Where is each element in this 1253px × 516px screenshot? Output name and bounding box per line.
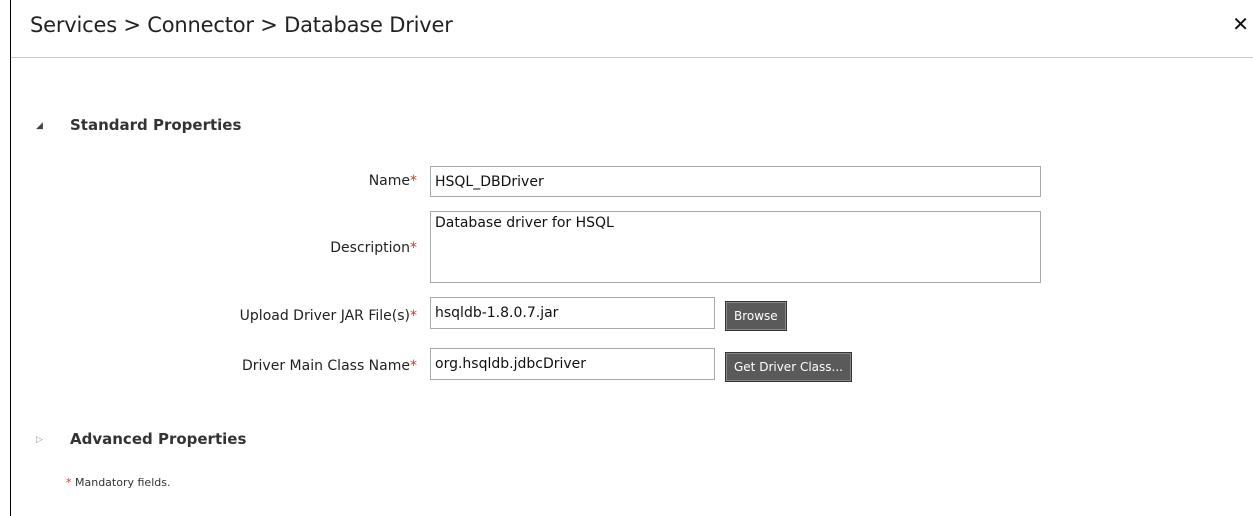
breadcrumb: Services > Connector > Database Driver — [30, 13, 453, 37]
section-advanced-label: Advanced Properties — [70, 430, 247, 448]
name-input[interactable] — [430, 166, 1041, 197]
required-marker: * — [410, 358, 417, 374]
browse-button[interactable]: Browse — [725, 301, 787, 331]
required-marker: * — [410, 173, 417, 189]
required-marker: * — [410, 308, 417, 324]
description-textarea[interactable]: Database driver for HSQL — [430, 211, 1041, 283]
mandatory-note: * Mandatory fields. — [66, 476, 171, 489]
section-advanced-properties[interactable]: ▷ Advanced Properties — [36, 430, 246, 448]
section-standard-label: Standard Properties — [70, 116, 242, 134]
upload-jar-input[interactable] — [430, 297, 715, 329]
title-bar: Services > Connector > Database Driver ✕ — [11, 0, 1253, 58]
description-label: Description* — [330, 240, 417, 256]
close-icon[interactable]: ✕ — [1232, 14, 1249, 34]
section-standard-properties[interactable]: ◢ Standard Properties — [36, 116, 241, 134]
upload-jar-label: Upload Driver JAR File(s)* — [239, 308, 417, 324]
get-driver-class-button[interactable]: Get Driver Class... — [725, 352, 852, 382]
required-marker: * — [410, 240, 417, 256]
main-class-input[interactable] — [430, 348, 715, 380]
required-marker: * — [66, 476, 72, 489]
expanded-triangle-icon: ◢ — [36, 120, 43, 131]
name-label: Name* — [368, 173, 417, 189]
collapsed-triangle-icon: ▷ — [36, 434, 43, 445]
window-left-border — [10, 0, 11, 516]
main-class-label: Driver Main Class Name* — [242, 358, 417, 374]
